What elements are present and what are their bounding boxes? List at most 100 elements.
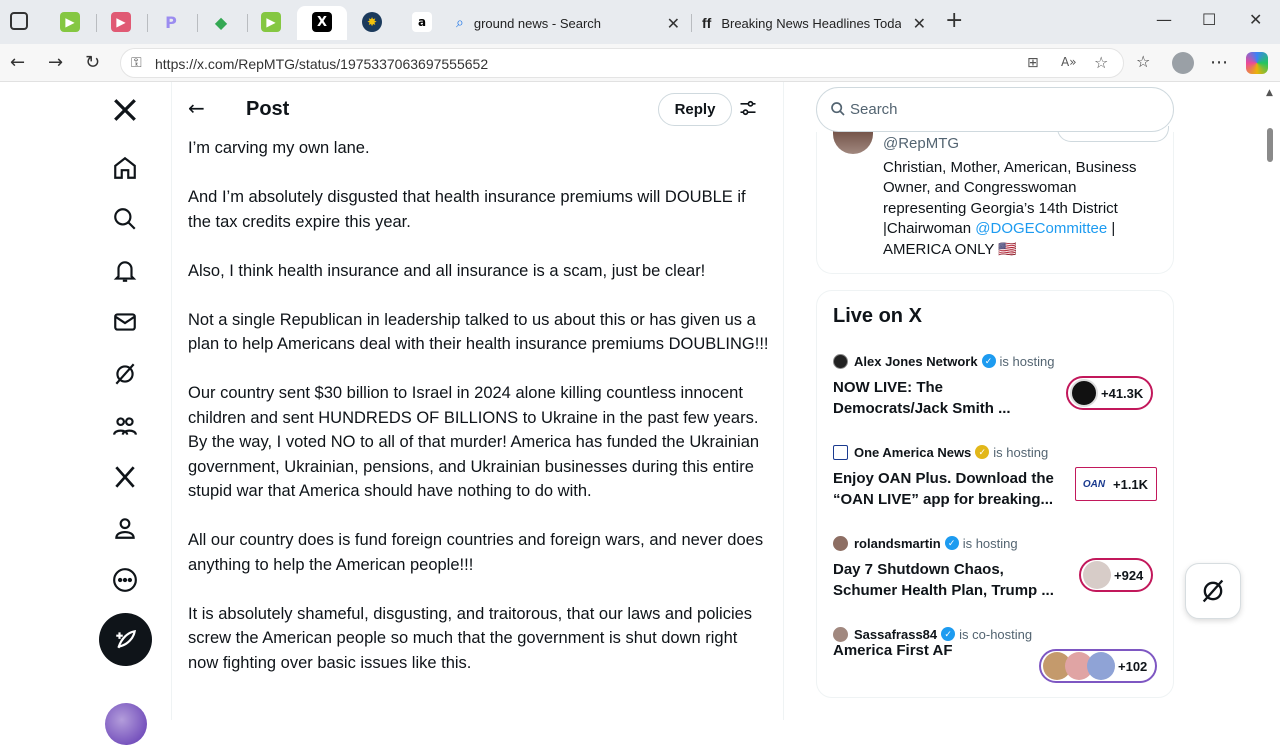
x-page: I’m carving my own lane. And I’m absolut… [0, 82, 1280, 745]
host-name: Sassafrass84 [854, 626, 938, 642]
close-tab-icon[interactable]: ✕ [913, 14, 926, 34]
post-paragraph: Our country sent $30 billion to Israel i… [188, 384, 760, 500]
live-on-x-card: Live on X Alex Jones Network ✓ is hostin… [816, 290, 1174, 698]
tab-ground-news[interactable]: ⌕ ground news - Search ✕ [446, 6, 690, 40]
host-status: is hosting [999, 353, 1055, 369]
amazon-tab-icon[interactable]: a [412, 12, 432, 32]
post-header: ← Post Reply [172, 82, 783, 136]
listener-count-pill[interactable]: OAN +1.1K [1075, 467, 1158, 501]
scroll-up-arrow-icon[interactable]: ▲ [1266, 88, 1273, 98]
host-avatar [833, 444, 848, 460]
tab-actions-icon[interactable] [10, 12, 28, 30]
rumble-tab-icon-2[interactable]: ▶ [261, 12, 281, 32]
live-title: Live on X [833, 305, 922, 327]
host-status: is hosting [993, 444, 1049, 460]
profile-person-icon[interactable] [110, 513, 140, 543]
grok-floating-button[interactable] [1185, 563, 1241, 619]
close-window-icon[interactable]: ✕ [1249, 10, 1262, 29]
listener-count: +102 [1118, 658, 1148, 674]
communities-icon[interactable] [110, 411, 140, 441]
listener-avatar [1083, 561, 1111, 589]
favorites-icon[interactable]: ☆ [1136, 52, 1150, 71]
close-tab-icon[interactable]: ✕ [667, 14, 680, 34]
url-input[interactable]: ⚿ https://x.com/RepMTG/status/1975337063… [120, 48, 1124, 78]
bio-link[interactable]: @DOGECommittee [975, 220, 1107, 237]
main-column: I’m carving my own lane. And I’m absolut… [172, 82, 784, 720]
verified-badge-icon: ✓ [941, 627, 956, 641]
account-avatar[interactable] [105, 703, 147, 745]
profile-handle[interactable]: @RepMTG [883, 135, 959, 152]
maximize-icon[interactable]: ☐ [1202, 10, 1216, 29]
scroll-thumb[interactable] [1267, 128, 1273, 162]
favorite-star-icon[interactable]: ☆ [1094, 53, 1108, 72]
listener-count-pill[interactable]: +41.3K [1066, 376, 1154, 410]
p-tab-icon[interactable]: P [161, 12, 181, 32]
host-name: Alex Jones Network [854, 353, 978, 369]
grok-icon[interactable] [110, 359, 140, 389]
live-host: Alex Jones Network ✓ is hosting [833, 352, 1054, 370]
live-host: rolandsmartin ✓ is hosting [833, 534, 1018, 552]
explore-search-icon[interactable] [110, 204, 140, 234]
messages-mail-icon[interactable] [110, 307, 140, 337]
back-icon[interactable]: ← [10, 52, 25, 73]
tab-x-active[interactable]: X [297, 6, 347, 40]
maps-tab-icon[interactable]: ◆ [211, 12, 231, 32]
site-info-icon[interactable]: ⚿ [131, 55, 142, 71]
post-paragraph: It is absolutely shameful, disgusting, a… [188, 604, 753, 672]
host-avatar [833, 535, 848, 551]
live-host: One America News ✓ is hosting [833, 443, 1048, 461]
search-input[interactable]: Search [816, 87, 1174, 132]
profile-card: @RepMTG Christian, Mother, American, Bus… [816, 126, 1174, 274]
forward-icon[interactable]: → [48, 52, 63, 73]
live-title-text: NOW LIVE: The Democrats/Jack Smith ... [833, 379, 1011, 417]
news-tab-icon[interactable]: ✸ [362, 12, 382, 32]
youtube-tab-icon[interactable]: ▶ [111, 12, 131, 32]
search-icon: ⌕ [456, 15, 464, 31]
profile-bio: Christian, Mother, American, Business Ow… [883, 158, 1163, 260]
minimize-icon[interactable]: — [1156, 10, 1172, 29]
profile-avatar-icon[interactable] [1172, 52, 1194, 74]
search-icon [830, 101, 846, 122]
more-options-icon[interactable]: ⋯ [1210, 52, 1228, 73]
live-title-text: Enjoy OAN Plus. Download the “OAN LIVE” … [833, 470, 1054, 508]
post-paragraph: Also, I think health insurance and all i… [188, 261, 706, 280]
host-status: is co-hosting [959, 626, 1033, 642]
listener-count-pill[interactable]: +102 [1039, 649, 1158, 683]
reply-button[interactable]: Reply [658, 93, 732, 126]
tab-separator [96, 14, 97, 32]
live-title-text: Day 7 Shutdown Chaos, Schumer Health Pla… [833, 561, 1054, 599]
listener-count-pill[interactable]: +924 [1079, 558, 1154, 592]
page-scrollbar[interactable]: ▲ [1262, 82, 1280, 720]
listener-avatar [1070, 379, 1098, 407]
oan-logo-icon: OAN [1078, 470, 1110, 498]
live-title-text: America First AF [833, 642, 953, 659]
read-aloud-icon[interactable]: A» [1061, 55, 1077, 69]
copilot-icon[interactable] [1246, 52, 1268, 74]
reply-settings-icon[interactable] [738, 98, 758, 123]
listener-avatar [1087, 652, 1115, 680]
more-circle-icon[interactable] [110, 565, 140, 595]
listener-count: +1.1K [1113, 476, 1149, 492]
verified-badge-icon: ✓ [944, 536, 959, 550]
premium-x-icon[interactable] [110, 462, 140, 492]
x-logo-icon[interactable] [110, 95, 140, 125]
left-sidebar [0, 82, 172, 745]
compose-post-button[interactable] [99, 613, 152, 666]
refresh-icon[interactable]: ↻ [85, 52, 100, 73]
notifications-bell-icon[interactable] [110, 256, 140, 286]
app-available-icon[interactable]: ⊞ [1027, 55, 1039, 71]
tab-title: ground news - Search [473, 15, 602, 31]
verified-badge-icon: ✓ [975, 445, 990, 459]
host-avatar [833, 626, 848, 642]
verified-badge-icon: ✓ [981, 354, 996, 368]
browser-tab-bar: ▶ ▶ P ◆ ▶ X ✸ a ⌕ ground news - Search ✕… [0, 0, 1280, 44]
listener-count: +41.3K [1101, 385, 1144, 401]
tab-breaking-news[interactable]: ff Breaking News Headlines Today | ✕ [692, 6, 936, 40]
news-site-icon: ff [702, 15, 712, 31]
host-name: One America News [854, 444, 972, 460]
rumble-tab-icon[interactable]: ▶ [60, 12, 80, 32]
home-icon[interactable] [110, 153, 140, 183]
back-arrow-icon[interactable]: ← [188, 96, 205, 120]
search-placeholder: Search [850, 101, 898, 118]
new-tab-button[interactable]: + [945, 8, 963, 33]
